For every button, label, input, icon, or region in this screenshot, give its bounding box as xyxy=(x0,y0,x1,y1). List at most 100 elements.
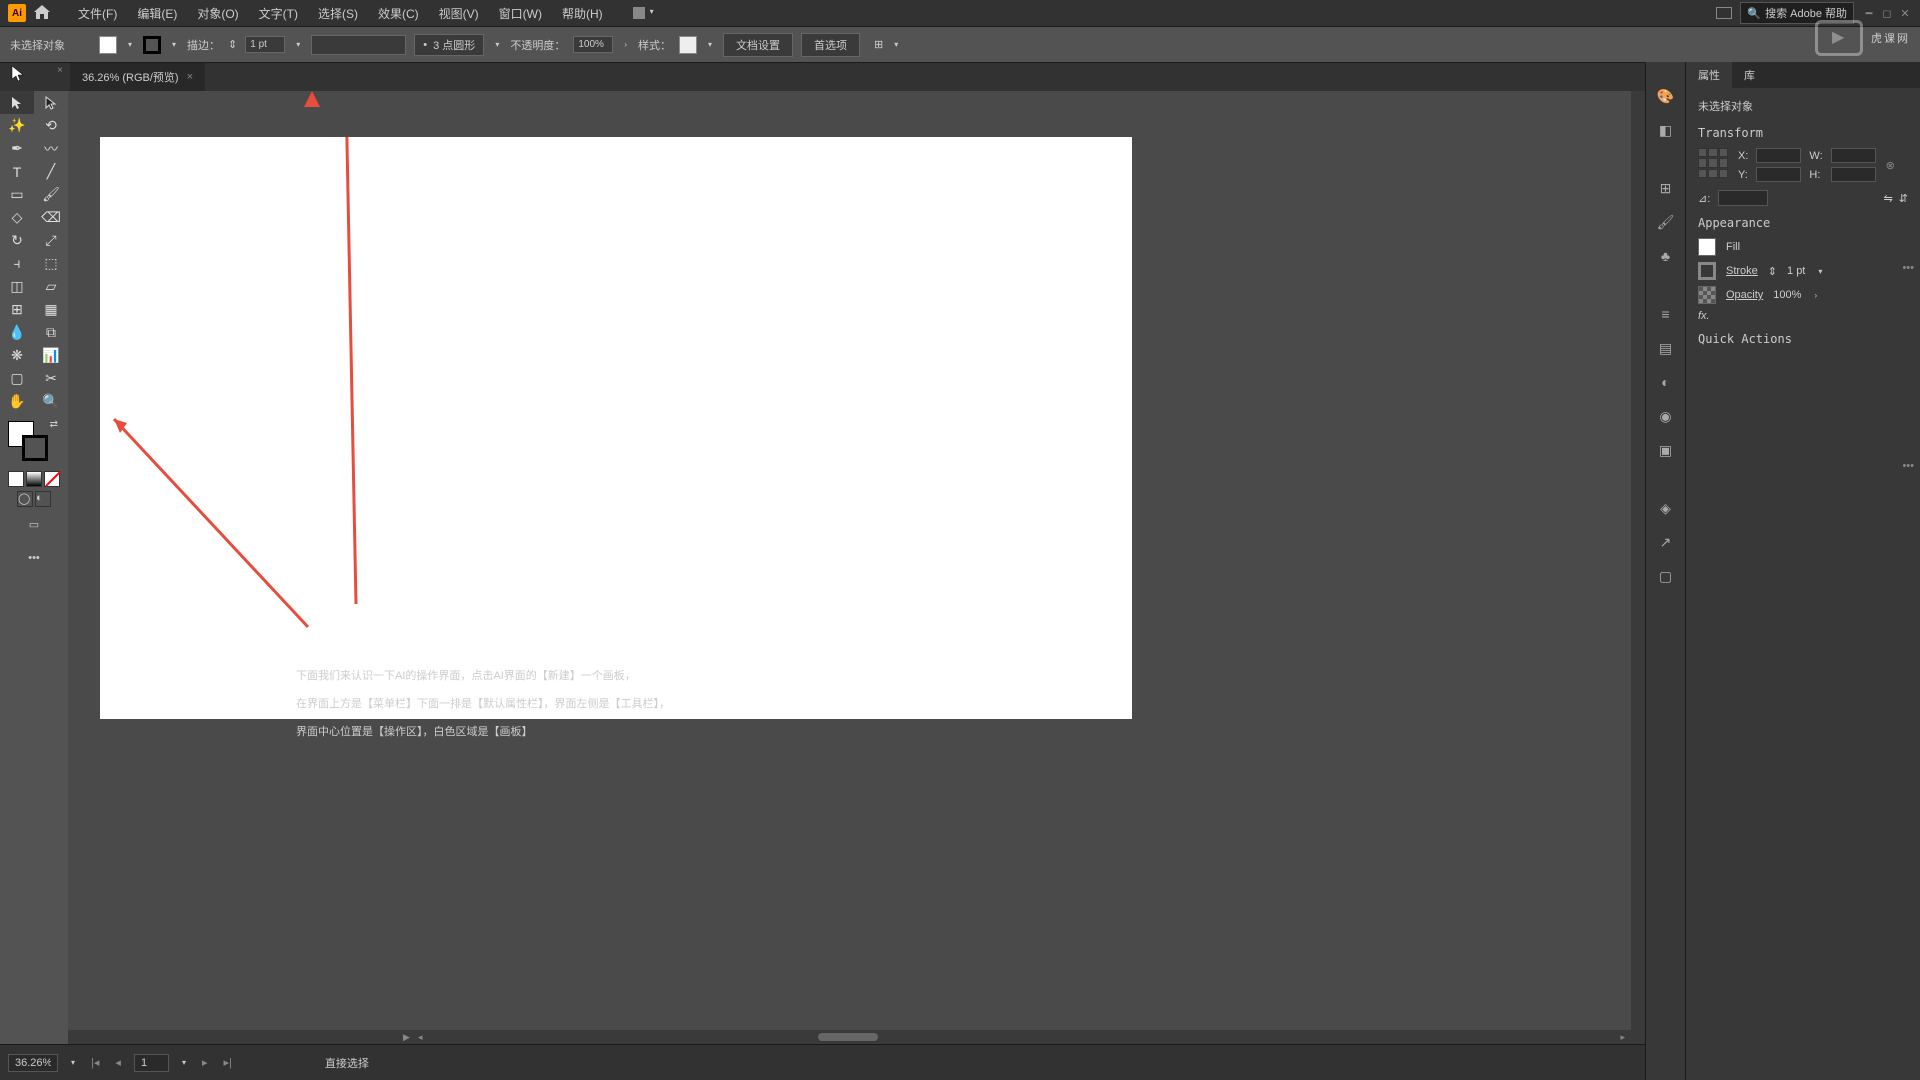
brush-def[interactable]: •3 点圆形 xyxy=(414,34,484,56)
color-panel-icon[interactable]: 🎨 xyxy=(1654,84,1678,108)
line-tool[interactable]: ╱ xyxy=(34,160,68,183)
angle-input[interactable] xyxy=(1718,190,1768,206)
artboard-tool[interactable]: ▢ xyxy=(0,367,34,390)
selection-tool[interactable] xyxy=(0,91,34,114)
tab-libraries[interactable]: 库 xyxy=(1732,62,1767,88)
graphic-styles-icon[interactable]: ▣ xyxy=(1654,438,1678,462)
fill-stroke-control[interactable]: ⇄ xyxy=(0,417,68,467)
tab-close-icon[interactable]: × xyxy=(187,71,193,83)
stroke-swatch-dropdown[interactable]: ▾ xyxy=(169,40,179,49)
paintbrush-tool[interactable]: 🖌 xyxy=(34,183,68,206)
perspective-tool[interactable]: ▱ xyxy=(34,275,68,298)
constrain-icon[interactable]: ⊗ xyxy=(1886,148,1895,182)
layers-panel-icon[interactable]: ◈ xyxy=(1654,496,1678,520)
arrange-docs-icon[interactable]: ▾ xyxy=(633,7,657,19)
zoom-tool[interactable]: 🔍 xyxy=(34,390,68,413)
minimize-icon[interactable]: ━ xyxy=(1862,6,1876,20)
w-input[interactable] xyxy=(1831,148,1876,163)
stroke-dropdown-panel[interactable]: ▾ xyxy=(1815,267,1825,276)
brushes-panel-icon[interactable]: 🖌 xyxy=(1654,210,1678,234)
menu-effect[interactable]: 效果(C) xyxy=(368,5,429,22)
screen-mode-icon[interactable]: ▭ xyxy=(0,513,68,536)
symbols-panel-icon[interactable]: ♣ xyxy=(1654,244,1678,268)
color-guide-icon[interactable]: ◧ xyxy=(1654,118,1678,142)
maximize-icon[interactable]: ◻ xyxy=(1880,6,1894,20)
edit-toolbar-icon[interactable]: ••• xyxy=(0,546,68,569)
menu-help[interactable]: 帮助(H) xyxy=(552,5,613,22)
stroke-stepper-panel[interactable]: ⇕ xyxy=(1768,265,1777,278)
color-mode-icon[interactable] xyxy=(8,471,24,487)
fill-swatch[interactable] xyxy=(99,36,117,54)
appearance-flyout-icon[interactable]: ••• xyxy=(1902,460,1914,472)
frame-icon[interactable] xyxy=(1716,7,1732,19)
appearance-panel-icon[interactable]: ◉ xyxy=(1654,404,1678,428)
hand-tool[interactable]: ✋ xyxy=(0,390,34,413)
close-icon[interactable]: ✕ xyxy=(1898,6,1912,20)
opacity-input[interactable] xyxy=(573,36,613,53)
free-transform-tool[interactable]: ⬚ xyxy=(34,252,68,275)
reference-point[interactable] xyxy=(1698,148,1728,178)
align-icon[interactable]: ⊞ xyxy=(874,38,883,51)
stroke-color[interactable] xyxy=(22,435,48,461)
transparency-panel-icon[interactable]: ◐ xyxy=(1654,370,1678,394)
draw-behind-icon[interactable]: ◐ xyxy=(35,491,51,507)
artboard[interactable]: 下面我们来认识一下AI的操作界面，点击AI界面的【新建】一个画板， 在界面上方是… xyxy=(100,137,1132,719)
asset-export-icon[interactable]: ↗ xyxy=(1654,530,1678,554)
scroll-thumb[interactable] xyxy=(818,1033,878,1041)
eyedropper-tool[interactable]: 💧 xyxy=(0,321,34,344)
stroke-stepper[interactable]: ⇕ xyxy=(228,38,237,51)
stroke-weight-input[interactable] xyxy=(245,36,285,53)
brush-dropdown[interactable]: ▾ xyxy=(492,40,502,49)
stroke-swatch-panel[interactable] xyxy=(1698,262,1716,280)
transform-flyout-icon[interactable]: ••• xyxy=(1902,262,1914,274)
menu-window[interactable]: 窗口(W) xyxy=(489,5,552,22)
stroke-swatch[interactable] xyxy=(143,36,161,54)
curvature-tool[interactable]: 〰 xyxy=(34,137,68,160)
menu-view[interactable]: 视图(V) xyxy=(429,5,489,22)
artboard-nav-dropdown[interactable]: ▾ xyxy=(179,1058,189,1067)
lasso-tool[interactable]: ⟲ xyxy=(34,114,68,137)
flip-v-icon[interactable]: ⇵ xyxy=(1899,192,1908,205)
fx-button[interactable]: fx. xyxy=(1698,310,1710,322)
draw-normal-icon[interactable]: ◯ xyxy=(17,491,33,507)
tab-properties[interactable]: 属性 xyxy=(1686,62,1732,88)
direct-selection-tool[interactable] xyxy=(34,91,68,114)
flip-h-icon[interactable]: ⇋ xyxy=(1884,192,1893,205)
stroke-panel-icon[interactable]: ≡ xyxy=(1654,302,1678,326)
swap-fill-stroke-icon[interactable]: ⇄ xyxy=(50,419,58,430)
search-box[interactable]: 🔍 搜索 Adobe 帮助 xyxy=(1740,2,1854,24)
menu-select[interactable]: 选择(S) xyxy=(308,5,368,22)
menu-type[interactable]: 文字(T) xyxy=(249,5,308,22)
scroll-play-icon[interactable]: ▶ xyxy=(403,1032,410,1043)
graph-tool[interactable]: 📊 xyxy=(34,344,68,367)
shaper-tool[interactable]: ◇ xyxy=(0,206,34,229)
scale-tool[interactable]: ⤢ xyxy=(34,229,68,252)
rotate-tool[interactable]: ↻ xyxy=(0,229,34,252)
zoom-input[interactable] xyxy=(8,1054,58,1072)
first-artboard-icon[interactable]: |◂ xyxy=(88,1056,102,1069)
fill-dropdown[interactable]: ▾ xyxy=(125,40,135,49)
mesh-tool[interactable]: ⊞ xyxy=(0,298,34,321)
tab-group-close[interactable]: × xyxy=(57,65,63,76)
fill-swatch-panel[interactable] xyxy=(1698,238,1716,256)
magic-wand-tool[interactable]: ✨ xyxy=(0,114,34,137)
y-input[interactable] xyxy=(1756,167,1801,182)
blend-tool[interactable]: ⧉ xyxy=(34,321,68,344)
h-input[interactable] xyxy=(1831,167,1876,182)
pen-tool[interactable]: ✒ xyxy=(0,137,34,160)
prefs-button[interactable]: 首选项 xyxy=(801,33,860,57)
style-swatch[interactable] xyxy=(679,36,697,54)
stroke-weight-dropdown[interactable]: ▾ xyxy=(293,40,303,49)
gradient-tool[interactable]: ▦ xyxy=(34,298,68,321)
opacity-dropdown-panel[interactable]: › xyxy=(1811,291,1820,300)
home-icon[interactable] xyxy=(34,5,50,22)
symbol-sprayer-tool[interactable]: ❋ xyxy=(0,344,34,367)
opacity-dropdown[interactable]: › xyxy=(621,40,630,49)
menu-file[interactable]: 文件(F) xyxy=(68,5,127,22)
style-dropdown[interactable]: ▾ xyxy=(705,40,715,49)
scrollbar-horizontal[interactable]: ▶ ◂ ▸ xyxy=(68,1030,1631,1044)
menu-object[interactable]: 对象(O) xyxy=(187,5,248,22)
last-artboard-icon[interactable]: ▸| xyxy=(220,1056,234,1069)
prev-artboard-icon[interactable]: ◂ xyxy=(112,1056,124,1069)
x-input[interactable] xyxy=(1756,148,1801,163)
